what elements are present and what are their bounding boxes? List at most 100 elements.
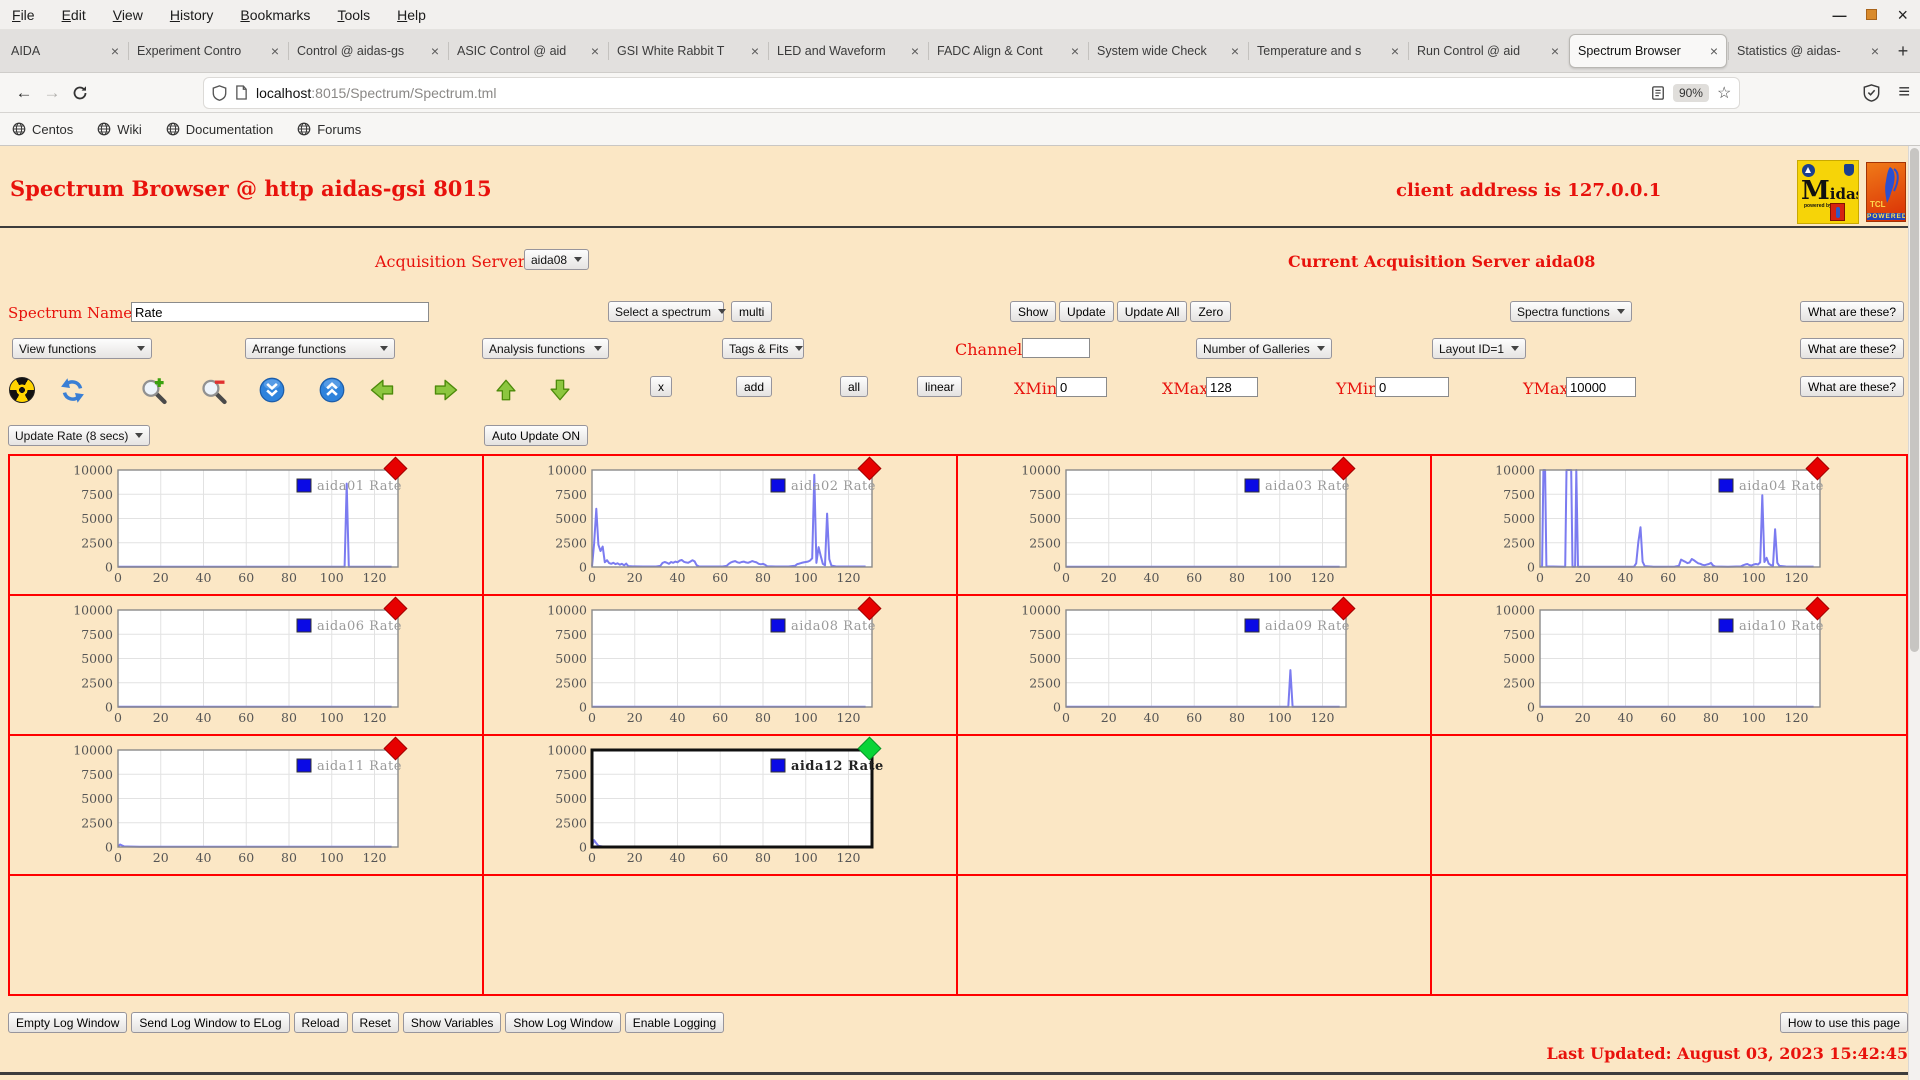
gallery-cell-aida12[interactable]: 0 2500 5000 7500 10000 0 20 40 60 80 100 120 aida12 … [484, 736, 958, 876]
spectrum-chart-aida09[interactable]: 0 2500 5000 7500 10000 0 20 40 60 80 100 120 aida09 … [958, 596, 1428, 729]
bookmark-forums[interactable]: Forums [297, 122, 361, 137]
enable-logging-button[interactable]: Enable Logging [624, 1012, 725, 1033]
pan-right-icon[interactable] [432, 376, 460, 404]
all-button[interactable]: all [840, 376, 869, 397]
refresh-icon[interactable] [58, 376, 86, 404]
scroll-down-icon[interactable] [258, 376, 286, 404]
tab-close-icon[interactable]: × [111, 43, 119, 59]
gallery-cell-empty[interactable] [958, 736, 1432, 876]
zoom-in-icon[interactable] [140, 376, 168, 404]
spectrum-name-input[interactable] [131, 302, 429, 322]
gallery-cell-aida10[interactable]: 0 2500 5000 7500 10000 0 20 40 60 80 100 120 aida10 … [1432, 596, 1906, 736]
xmax-input[interactable] [1206, 377, 1258, 397]
tab-fadc-align-cont[interactable]: FADC Align & Cont × [928, 34, 1087, 68]
acquisition-server-select[interactable]: aida08 [524, 249, 590, 270]
shield-icon[interactable] [212, 84, 227, 101]
ymin-input[interactable] [1375, 377, 1449, 397]
spectrum-chart-aida04[interactable]: 0 2500 5000 7500 10000 0 20 40 60 80 100 120 aida04 … [1432, 456, 1902, 589]
how-to-use-button[interactable]: How to use this page [1779, 1012, 1908, 1033]
menu-edit[interactable]: Edit [62, 7, 86, 23]
bookmark-documentation[interactable]: Documentation [166, 122, 273, 137]
gallery-cell-aida03[interactable]: 0 2500 5000 7500 10000 0 20 40 60 80 100 120 aida03 … [958, 456, 1432, 596]
view-functions-dropdown[interactable]: View functions [12, 338, 152, 359]
gallery-cell-aida09[interactable]: 0 2500 5000 7500 10000 0 20 40 60 80 100 120 aida09 … [958, 596, 1432, 736]
ymax-input[interactable] [1566, 377, 1636, 397]
url-bar[interactable]: localhost:8015/Spectrum/Spectrum.tml 90%… [204, 77, 1740, 108]
pan-down-icon[interactable] [546, 376, 574, 404]
auto-update-button[interactable]: Auto Update ON [484, 425, 589, 446]
menu-view[interactable]: View [113, 7, 143, 23]
tab-close-icon[interactable]: × [431, 43, 439, 59]
tab-close-icon[interactable]: × [271, 43, 279, 59]
spectrum-chart-aida01[interactable]: 0 2500 5000 7500 10000 0 20 40 60 80 100 120 aida01 … [10, 456, 480, 589]
tab-spectrum-browser[interactable]: Spectrum Browser × [1569, 34, 1727, 68]
layout-id-dropdown[interactable]: Layout ID=1 [1432, 338, 1527, 359]
scroll-up-icon[interactable] [318, 376, 346, 404]
tab-close-icon[interactable]: × [911, 43, 919, 59]
tcl-powered-logo[interactable]: TCL POWERED [1866, 162, 1906, 222]
spectrum-chart-aida08[interactable]: 0 2500 5000 7500 10000 0 20 40 60 80 100 120 aida08 … [484, 596, 954, 729]
spectrum-chart-aida12[interactable]: 0 2500 5000 7500 10000 0 20 40 60 80 100 120 aida12 … [484, 736, 954, 869]
menu-help[interactable]: Help [397, 7, 426, 23]
radioactive-icon[interactable] [8, 376, 36, 404]
tab-close-icon[interactable]: × [1871, 43, 1879, 59]
arrange-functions-dropdown[interactable]: Arrange functions [245, 338, 395, 359]
zoom-level-badge[interactable]: 90% [1672, 83, 1709, 102]
close-icon[interactable]: × [1897, 6, 1908, 24]
gallery-cell-aida04[interactable]: 0 2500 5000 7500 10000 0 20 40 60 80 100 120 aida04 … [1432, 456, 1906, 596]
linear-button[interactable]: linear [917, 376, 963, 397]
tab-close-icon[interactable]: × [591, 43, 599, 59]
analysis-functions-dropdown[interactable]: Analysis functions [482, 338, 609, 359]
menu-bookmarks[interactable]: Bookmarks [240, 7, 310, 23]
menu-history[interactable]: History [170, 7, 214, 23]
gallery-cell-aida08[interactable]: 0 2500 5000 7500 10000 0 20 40 60 80 100 120 aida08 … [484, 596, 958, 736]
gallery-cell-empty[interactable] [484, 876, 958, 994]
gallery-cell-empty[interactable] [958, 876, 1432, 994]
tab-close-icon[interactable]: × [1391, 43, 1399, 59]
tags-fits-dropdown[interactable]: Tags & Fits [722, 338, 804, 359]
menu-file[interactable]: File [12, 7, 35, 23]
minimize-icon[interactable]: — [1832, 7, 1846, 23]
forward-button[interactable]: → [38, 79, 66, 107]
tab-statistics-aidas-[interactable]: Statistics @ aidas- × [1728, 34, 1887, 68]
empty-log-window-button[interactable]: Empty Log Window [8, 1012, 128, 1033]
xmin-input[interactable] [1056, 377, 1107, 397]
select-spectrum-dropdown[interactable]: Select a spectrum [608, 301, 727, 322]
tab-close-icon[interactable]: × [1710, 43, 1718, 59]
bookmark-wiki[interactable]: Wiki [97, 122, 142, 137]
tab-led-and-waveform[interactable]: LED and Waveform × [768, 34, 927, 68]
show-variables-button[interactable]: Show Variables [402, 1012, 502, 1033]
x-axis-button[interactable]: x [650, 376, 672, 397]
pan-left-icon[interactable] [368, 376, 396, 404]
bookmark-star-icon[interactable]: ☆ [1717, 83, 1731, 103]
gallery-cell-empty[interactable] [10, 876, 484, 994]
bookmark-centos[interactable]: Centos [12, 122, 73, 137]
spectrum-chart-aida02[interactable]: 0 2500 5000 7500 10000 0 20 40 60 80 100 120 aida02 … [484, 456, 954, 589]
restore-icon[interactable] [1866, 9, 1878, 20]
what-are-these-button-2[interactable]: What are these? [1799, 338, 1904, 359]
scrollbar-thumb[interactable] [1910, 148, 1919, 653]
update-all-button[interactable]: Update All [1116, 301, 1188, 322]
reload-button[interactable]: Reload [293, 1012, 348, 1033]
tab-close-icon[interactable]: × [751, 43, 759, 59]
menu-hamburger-icon[interactable]: ≡ [1898, 81, 1910, 104]
pan-up-icon[interactable] [492, 376, 520, 404]
send-log-window-to-elog-button[interactable]: Send Log Window to ELog [131, 1012, 290, 1033]
page-scrollbar[interactable] [1908, 146, 1920, 1080]
protections-shield-icon[interactable] [1863, 83, 1880, 102]
what-are-these-button-1[interactable]: What are these? [1799, 301, 1904, 322]
show-button[interactable]: Show [1010, 301, 1057, 322]
spectrum-chart-aida10[interactable]: 0 2500 5000 7500 10000 0 20 40 60 80 100 120 aida10 … [1432, 596, 1902, 729]
spectrum-chart-aida11[interactable]: 0 2500 5000 7500 10000 0 20 40 60 80 100 120 aida11 … [10, 736, 480, 869]
gallery-cell-aida01[interactable]: 0 2500 5000 7500 10000 0 20 40 60 80 100 120 aida01 … [10, 456, 484, 596]
channel-input[interactable] [1022, 338, 1090, 358]
tab-close-icon[interactable]: × [1231, 43, 1239, 59]
number-of-galleries-dropdown[interactable]: Number of Galleries [1196, 338, 1332, 359]
update-button[interactable]: Update [1059, 301, 1114, 322]
menu-tools[interactable]: Tools [337, 7, 370, 23]
spectra-functions-dropdown[interactable]: Spectra functions [1510, 301, 1632, 322]
spectrum-chart-aida03[interactable]: 0 2500 5000 7500 10000 0 20 40 60 80 100 120 aida03 … [958, 456, 1428, 589]
tab-temperature-and-s[interactable]: Temperature and s × [1248, 34, 1407, 68]
tab-aida[interactable]: AIDA × [3, 34, 127, 68]
gallery-cell-empty[interactable] [1432, 876, 1906, 994]
